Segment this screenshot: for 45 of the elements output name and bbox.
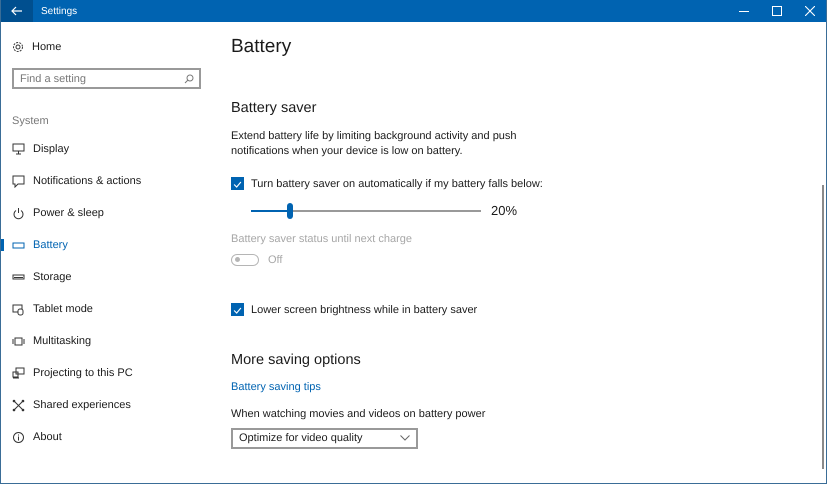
back-arrow-icon bbox=[11, 6, 23, 16]
search-field[interactable]: Find a setting bbox=[12, 68, 201, 89]
section-label: System bbox=[12, 114, 50, 128]
search-icon bbox=[184, 74, 194, 84]
slider-value: 20% bbox=[491, 203, 518, 218]
description-text: Extend battery life by limiting background activity and push notifications when your device is low on battery. bbox=[231, 129, 518, 159]
power-icon bbox=[12, 206, 25, 220]
windows-icon bbox=[12, 334, 25, 348]
nav-item[interactable]: Power & sleep bbox=[1, 197, 211, 229]
nav-item[interactable]: Battery bbox=[1, 229, 211, 261]
page-title: Battery bbox=[231, 35, 292, 59]
project-icon bbox=[12, 366, 25, 380]
nav-item[interactable]: Storage bbox=[1, 261, 211, 293]
nav-item[interactable]: Notifications & actions bbox=[1, 165, 211, 197]
setting-label: When watching movies and videos on battery power bbox=[231, 407, 486, 422]
scrollbar[interactable] bbox=[822, 185, 824, 469]
section-heading: Battery saver bbox=[231, 99, 316, 118]
dropdown[interactable]: Optimize for video quality bbox=[231, 428, 418, 448]
nav-item[interactable]: Multitasking bbox=[1, 325, 211, 357]
nav-item[interactable]: Display bbox=[1, 133, 211, 165]
setting-label: Battery saver status until next charge bbox=[231, 232, 412, 247]
maximize-icon bbox=[772, 6, 782, 16]
home-nav-item[interactable]: Home bbox=[1, 39, 211, 55]
nav-item[interactable]: About bbox=[1, 421, 211, 453]
display-icon bbox=[12, 142, 25, 156]
back-button[interactable] bbox=[1, 0, 33, 22]
section-heading: More saving options bbox=[231, 350, 361, 370]
info-icon bbox=[12, 430, 25, 444]
speech-bubble-icon bbox=[12, 174, 25, 188]
toggle-state: Off bbox=[268, 254, 282, 266]
nav-item[interactable]: Shared experiences bbox=[1, 389, 211, 421]
link[interactable]: Battery saving tips bbox=[231, 380, 321, 395]
checkbox[interactable]: Turn battery saver on automatically if my battery falls below: bbox=[231, 176, 543, 192]
connection-icon bbox=[12, 398, 25, 412]
selection-indicator bbox=[1, 239, 4, 251]
slider-thumb[interactable] bbox=[287, 202, 294, 218]
tablet-icon bbox=[12, 302, 25, 316]
gear-icon bbox=[12, 41, 24, 53]
checkbox[interactable]: Lower screen brightness while in battery saver bbox=[231, 302, 478, 318]
slider[interactable] bbox=[251, 202, 481, 218]
window-title: Settings bbox=[41, 6, 78, 16]
nav-item[interactable]: Tablet mode bbox=[1, 293, 211, 325]
chevron-down-icon bbox=[400, 435, 410, 441]
close-icon bbox=[804, 6, 814, 16]
nav-item[interactable]: Projecting to this PC bbox=[1, 357, 211, 389]
